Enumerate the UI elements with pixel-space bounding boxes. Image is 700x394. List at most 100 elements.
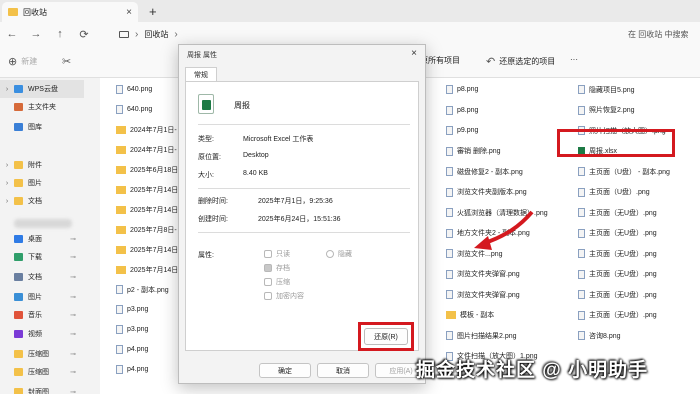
- tab-title: 回收站: [23, 7, 47, 17]
- tab-recycle-bin[interactable]: 回收站 ×: [2, 2, 138, 22]
- file-item[interactable]: 2025年7月8日-: [116, 222, 177, 237]
- file-name: 主页面（无U盘）.png: [589, 209, 657, 217]
- sidebar-item[interactable]: 封面图 ⊸: [0, 383, 84, 394]
- chevron-right-icon[interactable]: ›: [0, 162, 14, 169]
- sidebar-item[interactable]: › 图片: [0, 174, 84, 192]
- archive-label: 存档: [276, 265, 290, 272]
- sidebar-item-label: 图片: [28, 294, 42, 301]
- file-item[interactable]: 主页面（无U盘）.png: [578, 267, 657, 282]
- file-item[interactable]: 咨询8.png: [578, 328, 621, 343]
- image-file-icon: [446, 105, 453, 115]
- sidebar-item[interactable]: 视频 ⊸: [0, 325, 84, 343]
- image-file-icon: [116, 305, 123, 314]
- file-item[interactable]: 2025年7月14日: [116, 242, 178, 257]
- chevron-right-icon[interactable]: ›: [0, 180, 14, 187]
- address-bar[interactable]: › 回收站 ›: [115, 25, 605, 43]
- sidebar-item-label: 主文件夹: [28, 104, 56, 111]
- cancel-button[interactable]: 取消: [317, 363, 369, 378]
- sidebar-item[interactable]: 压缩图 ⊸: [0, 363, 84, 381]
- more-options-button[interactable]: ···: [570, 55, 578, 64]
- file-item[interactable]: p4.png: [116, 362, 148, 377]
- up-arrow-icon[interactable]: ↑: [48, 28, 72, 40]
- sidebar-item[interactable]: 主文件夹: [0, 98, 84, 116]
- file-item[interactable]: 2025年7月14日: [116, 202, 178, 217]
- file-item[interactable]: p3.png: [116, 322, 148, 337]
- file-item[interactable]: 2024年7月1日-: [116, 142, 177, 157]
- image-file-icon: [446, 249, 453, 258]
- file-item[interactable]: 照片恢复2.png: [578, 103, 635, 118]
- folder-icon: [116, 165, 126, 174]
- compress-checkbox[interactable]: 压缩: [264, 277, 290, 287]
- file-item[interactable]: 主页面（无U盘）.png: [578, 287, 657, 302]
- file-item[interactable]: 2024年7月1日-: [116, 122, 177, 137]
- sidebar-item[interactable]: › WPS云盘: [0, 80, 84, 98]
- archive-checkbox[interactable]: 存档: [264, 263, 290, 273]
- sidebar-item[interactable]: 图库: [0, 118, 84, 136]
- folder-icon: [14, 179, 23, 187]
- file-item[interactable]: p8.png: [446, 103, 478, 118]
- file-name: p4.png: [127, 366, 149, 373]
- sidebar-item[interactable]: 图片 ⊸: [0, 288, 84, 306]
- file-item[interactable]: 2025年7月14日: [116, 182, 178, 197]
- sidebar-item[interactable]: 压缩图 ⊸: [0, 345, 84, 363]
- restore-selected-button[interactable]: ↶ 还原选定的项目: [486, 55, 555, 68]
- file-name: 磁盘修复2 - 副本.png: [457, 168, 523, 176]
- deleted-time-value: 2025年7月1日，9:25:36: [258, 198, 333, 205]
- folder-icon: [116, 225, 126, 234]
- breadcrumb-recycle-bin[interactable]: 回收站: [144, 29, 168, 40]
- file-item[interactable]: p9.png: [446, 123, 478, 138]
- file-item[interactable]: p4.png: [116, 342, 148, 357]
- search-input[interactable]: 在 回收站 中搜索: [622, 25, 700, 43]
- close-icon[interactable]: ×: [126, 7, 132, 18]
- file-item[interactable]: 主页面（无U盘）.png: [578, 246, 657, 261]
- file-item[interactable]: p8.png: [446, 82, 478, 97]
- sidebar-item[interactable]: 桌面 ⊸: [0, 230, 84, 248]
- sidebar-item[interactable]: 文档 ⊸: [0, 268, 84, 286]
- file-item[interactable]: 浏览文件夹弹窗.png: [446, 267, 520, 282]
- file-item[interactable]: 2025年7月14日: [116, 262, 178, 277]
- new-button[interactable]: ⊕ 新建: [8, 55, 37, 68]
- file-item[interactable]: 640.png: [116, 102, 152, 117]
- tab-general[interactable]: 常规: [185, 67, 217, 82]
- file-item[interactable]: 審销 删除.png: [446, 144, 501, 159]
- file-item[interactable]: 主页面（无U盘）.png: [578, 205, 657, 220]
- new-tab-button[interactable]: +: [149, 4, 157, 19]
- image-file-icon: [446, 126, 453, 135]
- file-name: 浏览文件夹副版本.png: [457, 189, 527, 196]
- file-item[interactable]: 640.png: [116, 82, 152, 97]
- file-item[interactable]: 模板 - 副本: [446, 308, 494, 323]
- cut-button[interactable]: ✂: [62, 55, 71, 68]
- chevron-right-icon[interactable]: ›: [0, 198, 14, 205]
- file-item[interactable]: p2 - 副本.png: [116, 282, 169, 297]
- file-item[interactable]: p3.png: [116, 302, 148, 317]
- ok-button[interactable]: 确定: [259, 363, 311, 378]
- blurred-item: [14, 219, 72, 228]
- refresh-icon[interactable]: ⟳: [72, 28, 96, 41]
- folder-icon: [14, 197, 23, 205]
- file-item[interactable]: 磁盘修复2 - 副本.png: [446, 164, 523, 179]
- encrypt-checkbox[interactable]: 加密内容: [264, 291, 304, 301]
- forward-arrow-icon[interactable]: →: [24, 28, 48, 40]
- file-item[interactable]: 2025年6月18日: [116, 162, 178, 177]
- file-item[interactable]: 隐藏项目5.png: [578, 82, 635, 97]
- close-icon[interactable]: ×: [411, 48, 417, 59]
- file-item[interactable]: 主页面（无U盘）.png: [578, 308, 657, 323]
- chevron-right-icon[interactable]: ›: [0, 86, 14, 93]
- hidden-checkbox[interactable]: 隐藏: [326, 249, 352, 259]
- image-file-icon: [578, 310, 585, 320]
- back-arrow-icon[interactable]: ←: [0, 28, 24, 40]
- sidebar-item[interactable]: › 文档: [0, 192, 84, 210]
- file-item[interactable]: 浏览文件夹副版本.png: [446, 185, 527, 200]
- sidebar-item[interactable]: 下载 ⊸: [0, 248, 84, 266]
- file-item[interactable]: 主页面（U盘） - 副本.png: [578, 164, 670, 179]
- readonly-checkbox[interactable]: 只读: [264, 249, 290, 259]
- file-item[interactable]: 图片扫描结果2.png: [446, 328, 517, 343]
- sidebar-item[interactable]: 音乐 ⊸: [0, 306, 84, 324]
- sidebar-item[interactable]: › 附件: [0, 156, 84, 174]
- file-item[interactable]: 浏览文件夹弹窗.png: [446, 287, 520, 302]
- recycle-bin-icon: [8, 8, 18, 16]
- image-file-icon: [578, 331, 585, 340]
- file-item[interactable]: 主页面（U盘）.png: [578, 185, 650, 200]
- file-item[interactable]: 主页面（无U盘）.png: [578, 226, 657, 241]
- tab-strip: 回收站 × +: [0, 0, 700, 22]
